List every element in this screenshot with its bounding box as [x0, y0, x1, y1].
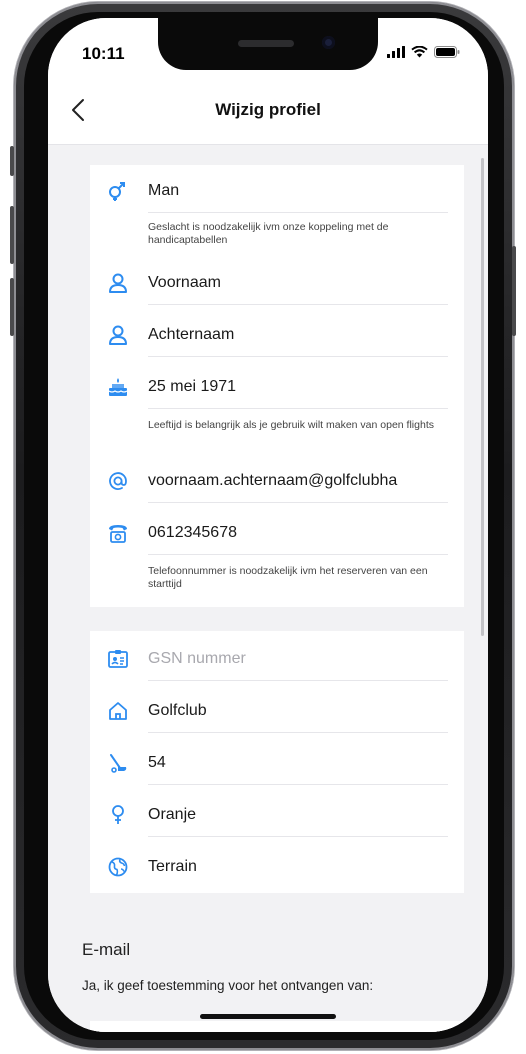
birthday-hint: Leeftijd is belangrijk als je gebruik wi…	[148, 419, 434, 431]
tee-row[interactable]: Oranje	[90, 793, 464, 837]
terrain-row[interactable]: Terrain	[90, 845, 464, 889]
divider	[148, 356, 448, 357]
email-consent-text: Ja, ik geef toestemming voor het ontvang…	[82, 978, 374, 993]
cake-icon	[106, 375, 130, 399]
home-indicator[interactable]	[200, 1014, 336, 1019]
golf-info-card: GSN nummer Golfclub 54 Oranje Terrain	[90, 631, 464, 893]
notch	[158, 18, 378, 70]
status-icons	[387, 46, 460, 58]
gsn-input[interactable]: GSN nummer	[148, 650, 448, 668]
volume-up-button	[10, 206, 14, 264]
at-icon	[106, 469, 130, 493]
tee-field[interactable]: Oranje	[148, 806, 448, 824]
handicap-field[interactable]: 54	[148, 754, 448, 772]
email-section-title: E-mail	[82, 940, 131, 959]
divider	[148, 408, 448, 409]
consent-card-partial	[90, 1021, 464, 1032]
gender-hint: Geslacht is noodzakelijk ivm onze koppel…	[148, 221, 389, 246]
device-stage: 10:11 Wijzig profiel Man Geslacht is noo…	[0, 0, 526, 1054]
id-card-icon	[106, 647, 130, 671]
home-icon	[106, 699, 130, 723]
wifi-icon	[411, 46, 428, 58]
email-field[interactable]: voornaam.achternaam@golfclubha	[148, 472, 448, 490]
speaker-grille	[238, 40, 294, 47]
phone-icon	[106, 521, 130, 545]
first-name-field[interactable]: Voornaam	[148, 274, 448, 292]
phone-row[interactable]: 0612345678	[90, 511, 464, 555]
power-button	[512, 246, 516, 336]
handicap-row[interactable]: 54	[90, 741, 464, 785]
phone-field[interactable]: 0612345678	[148, 524, 448, 542]
user-icon	[106, 323, 130, 347]
gsn-row[interactable]: GSN nummer	[90, 637, 464, 681]
user-icon	[106, 271, 130, 295]
divider	[148, 680, 448, 681]
club-field[interactable]: Golfclub	[148, 702, 448, 720]
front-camera	[322, 36, 335, 49]
divider	[148, 554, 448, 555]
scrollbar[interactable]	[481, 158, 484, 636]
volume-down-button	[10, 278, 14, 336]
birthday-row[interactable]: 25 mei 1971	[90, 365, 464, 409]
club-row[interactable]: Golfclub	[90, 689, 464, 733]
divider	[148, 304, 448, 305]
last-name-row[interactable]: Achternaam	[90, 313, 464, 357]
divider	[148, 732, 448, 733]
gender-row[interactable]: Man	[90, 169, 464, 213]
battery-icon	[434, 46, 460, 58]
phone-screen: 10:11 Wijzig profiel Man Geslacht is noo…	[48, 18, 488, 1032]
divider	[148, 836, 448, 837]
globe-icon	[106, 855, 130, 879]
phone-hint: Telefoonnummer is noodzakelijk ivm het r…	[148, 565, 428, 590]
gender-icon	[106, 179, 130, 203]
navigation-bar: Wijzig profiel	[48, 78, 488, 145]
birthday-field[interactable]: 25 mei 1971	[148, 378, 448, 396]
last-name-field[interactable]: Achternaam	[148, 326, 448, 344]
tee-pin-icon	[106, 803, 130, 827]
signal-icon	[387, 46, 405, 58]
divider	[148, 212, 448, 213]
profile-form: Man Geslacht is noodzakelijk ivm onze ko…	[48, 145, 488, 1032]
terrain-field[interactable]: Terrain	[148, 858, 448, 876]
email-row[interactable]: voornaam.achternaam@golfclubha	[90, 459, 464, 503]
status-time: 10:11	[82, 44, 125, 63]
divider	[148, 784, 448, 785]
silent-switch	[10, 146, 14, 176]
first-name-row[interactable]: Voornaam	[90, 261, 464, 305]
page-title: Wijzig profiel	[215, 100, 321, 119]
personal-info-card: Man Geslacht is noodzakelijk ivm onze ko…	[90, 165, 464, 607]
gender-value: Man	[148, 182, 180, 199]
divider	[148, 502, 448, 503]
golf-club-icon	[106, 751, 130, 775]
